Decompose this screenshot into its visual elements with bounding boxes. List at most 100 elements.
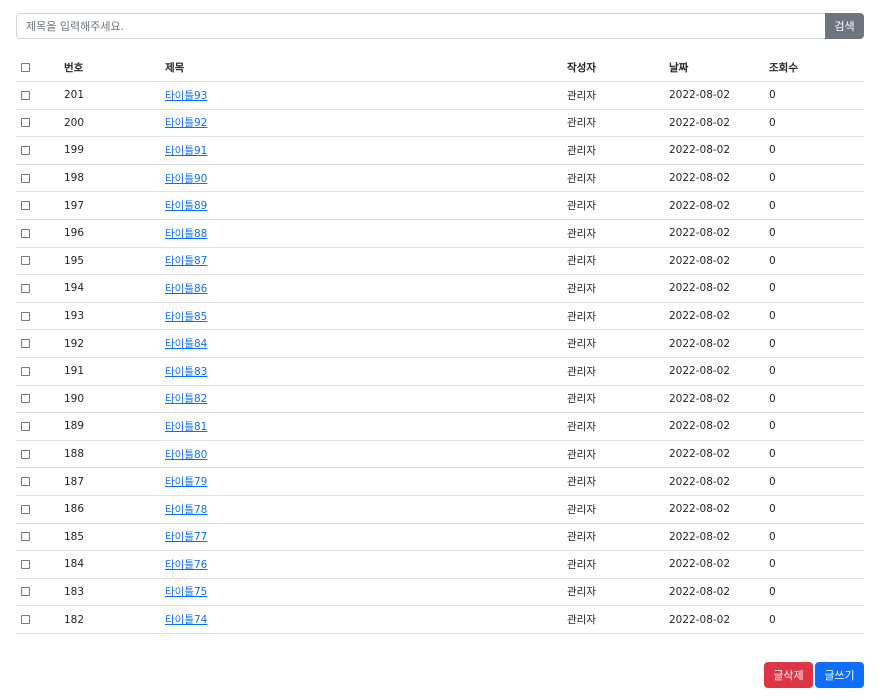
table-row: 198 타이틀90 관리자 2022-08-02 0 (16, 164, 864, 193)
post-title-link[interactable]: 타이틀87 (165, 255, 207, 267)
row-checkbox-cell (16, 550, 64, 579)
row-date: 2022-08-02 (669, 605, 769, 634)
row-checkbox[interactable] (21, 145, 30, 155)
table-row: 183 타이틀75 관리자 2022-08-02 0 (16, 578, 864, 607)
row-views: 0 (769, 219, 864, 248)
row-checkbox[interactable] (21, 339, 30, 349)
row-title-cell: 타이틀87 (165, 247, 567, 276)
row-date: 2022-08-02 (669, 109, 769, 138)
row-author: 관리자 (567, 357, 669, 386)
row-checkbox[interactable] (21, 394, 30, 404)
row-checkbox[interactable] (21, 228, 30, 238)
row-checkbox[interactable] (21, 256, 30, 266)
row-title-cell: 타이틀77 (165, 523, 567, 552)
row-title-cell: 타이틀74 (165, 605, 567, 634)
row-checkbox-cell (16, 523, 64, 552)
post-title-link[interactable]: 타이틀79 (165, 476, 207, 488)
row-checkbox[interactable] (21, 449, 30, 459)
post-title-link[interactable]: 타이틀78 (165, 504, 207, 516)
row-number: 187 (64, 467, 165, 496)
row-date: 2022-08-02 (669, 219, 769, 248)
write-post-button[interactable]: 글쓰기 (815, 662, 864, 688)
row-checkbox[interactable] (21, 283, 30, 293)
row-title-cell: 타이틀92 (165, 109, 567, 138)
post-title-link[interactable]: 타이틀81 (165, 421, 207, 433)
search-button[interactable]: 검색 (825, 13, 864, 39)
post-title-link[interactable]: 타이틀74 (165, 614, 207, 626)
post-title-link[interactable]: 타이틀93 (165, 90, 207, 102)
row-date: 2022-08-02 (669, 495, 769, 524)
table-row: 192 타이틀84 관리자 2022-08-02 0 (16, 329, 864, 358)
row-date: 2022-08-02 (669, 578, 769, 607)
post-title-link[interactable]: 타이틀91 (165, 145, 207, 157)
table-row: 182 타이틀74 관리자 2022-08-02 0 (16, 605, 864, 634)
row-author: 관리자 (567, 109, 669, 138)
row-date: 2022-08-02 (669, 385, 769, 414)
post-title-link[interactable]: 타이틀75 (165, 586, 207, 598)
row-number: 195 (64, 247, 165, 276)
table-row: 200 타이틀92 관리자 2022-08-02 0 (16, 109, 864, 138)
row-checkbox-cell (16, 495, 64, 524)
search-input[interactable] (16, 13, 825, 39)
table-row: 189 타이틀81 관리자 2022-08-02 0 (16, 412, 864, 441)
row-checkbox[interactable] (21, 366, 30, 376)
row-views: 0 (769, 605, 864, 634)
row-checkbox[interactable] (21, 532, 30, 542)
row-number: 197 (64, 191, 165, 220)
post-title-link[interactable]: 타이틀92 (165, 117, 207, 129)
post-title-link[interactable]: 타이틀86 (165, 283, 207, 295)
row-date: 2022-08-02 (669, 274, 769, 303)
header-checkbox-cell (16, 54, 64, 82)
row-date: 2022-08-02 (669, 357, 769, 386)
row-title-cell: 타이틀89 (165, 191, 567, 220)
row-number: 182 (64, 605, 165, 634)
delete-post-button[interactable]: 글삭제 (764, 662, 813, 688)
post-title-link[interactable]: 타이틀88 (165, 228, 207, 240)
row-date: 2022-08-02 (669, 136, 769, 165)
row-checkbox[interactable] (21, 559, 30, 569)
row-checkbox[interactable] (21, 118, 30, 128)
row-number: 186 (64, 495, 165, 524)
row-checkbox[interactable] (21, 587, 30, 597)
row-checkbox-cell (16, 605, 64, 634)
row-views: 0 (769, 523, 864, 552)
row-checkbox[interactable] (21, 90, 30, 100)
row-checkbox[interactable] (21, 504, 30, 514)
row-number: 194 (64, 274, 165, 303)
row-checkbox-cell (16, 578, 64, 607)
post-title-link[interactable]: 타이틀77 (165, 531, 207, 543)
row-checkbox[interactable] (21, 173, 30, 183)
post-title-link[interactable]: 타이틀89 (165, 200, 207, 212)
row-title-cell: 타이틀86 (165, 274, 567, 303)
table-row: 194 타이틀86 관리자 2022-08-02 0 (16, 274, 864, 303)
row-number: 198 (64, 164, 165, 193)
header-views: 조회수 (769, 54, 864, 82)
post-title-link[interactable]: 타이틀85 (165, 311, 207, 323)
row-checkbox[interactable] (21, 311, 30, 321)
row-checkbox[interactable] (21, 201, 30, 211)
table-header: 번호 제목 작성자 날짜 조회수 (16, 54, 864, 82)
row-title-cell: 타이틀80 (165, 440, 567, 469)
post-title-link[interactable]: 타이틀80 (165, 449, 207, 461)
post-title-link[interactable]: 타이틀90 (165, 173, 207, 185)
row-checkbox-cell (16, 81, 64, 110)
row-number: 189 (64, 412, 165, 441)
row-number: 192 (64, 329, 165, 358)
row-date: 2022-08-02 (669, 329, 769, 358)
row-checkbox[interactable] (21, 615, 30, 625)
row-author: 관리자 (567, 495, 669, 524)
post-title-link[interactable]: 타이틀84 (165, 338, 207, 350)
select-all-checkbox[interactable] (21, 63, 30, 72)
row-checkbox-cell (16, 385, 64, 414)
row-checkbox-cell (16, 467, 64, 496)
row-title-cell: 타이틀85 (165, 302, 567, 331)
row-title-cell: 타이틀82 (165, 385, 567, 414)
row-views: 0 (769, 385, 864, 414)
post-title-link[interactable]: 타이틀82 (165, 393, 207, 405)
row-checkbox[interactable] (21, 477, 30, 487)
post-title-link[interactable]: 타이틀83 (165, 366, 207, 378)
row-checkbox[interactable] (21, 421, 30, 431)
table-row: 201 타이틀93 관리자 2022-08-02 0 (16, 81, 864, 110)
post-title-link[interactable]: 타이틀76 (165, 559, 207, 571)
row-checkbox-cell (16, 247, 64, 276)
